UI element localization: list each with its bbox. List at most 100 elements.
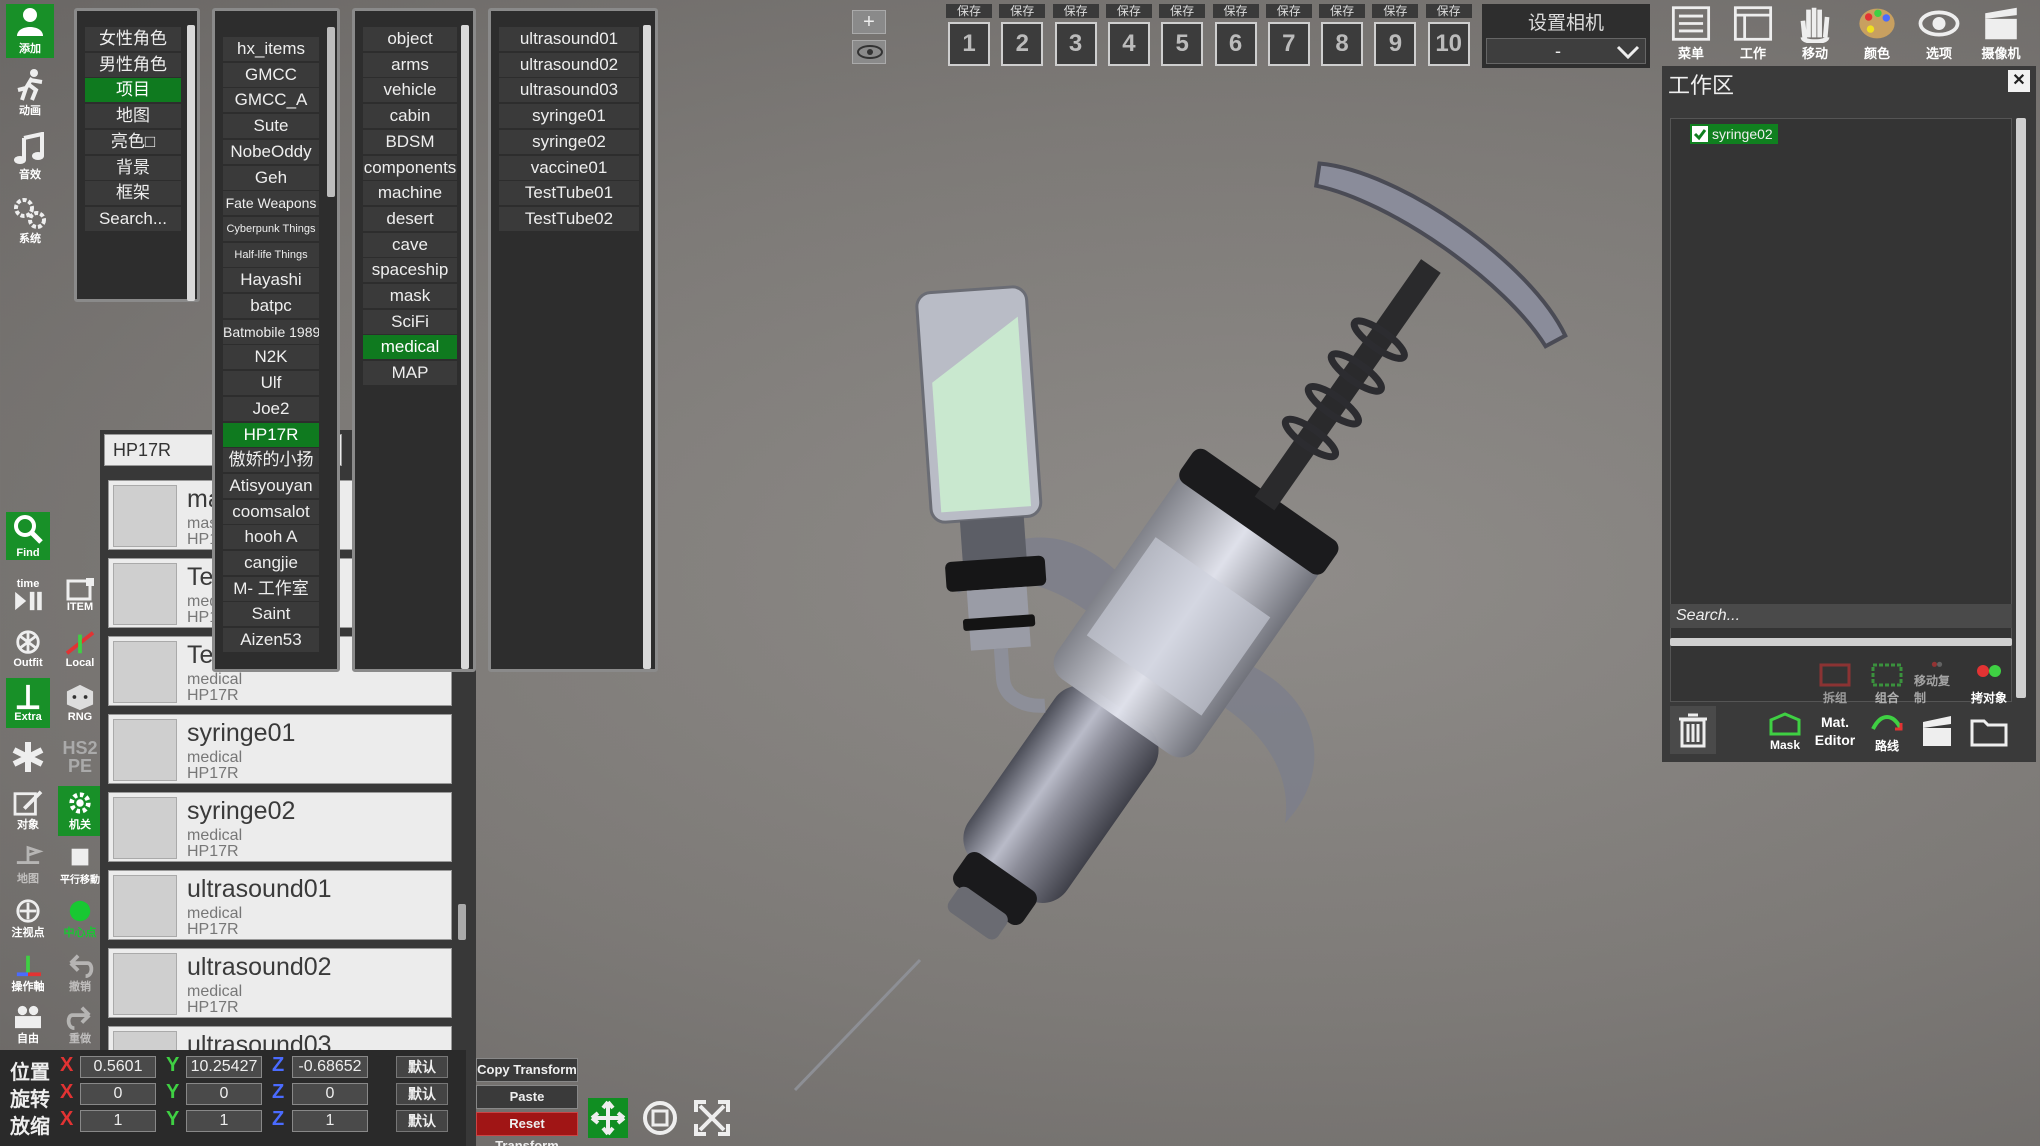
items-list-item[interactable]: ultrasound01 xyxy=(499,27,639,51)
gear-button[interactable]: 机关 xyxy=(58,786,102,836)
scale-x-input[interactable]: 1 xyxy=(80,1110,156,1132)
author-item[interactable]: Geh xyxy=(223,165,319,190)
author-item[interactable]: M- 工作室 xyxy=(223,576,319,601)
category-item[interactable]: 项目 xyxy=(85,78,181,103)
save-slot[interactable]: 保存 8 xyxy=(1319,4,1366,70)
group-item[interactable]: arms xyxy=(363,52,457,77)
group-item[interactable]: BDSM xyxy=(363,129,457,154)
author-item[interactable]: N2K xyxy=(223,345,319,370)
author-item[interactable]: Aizen53 xyxy=(223,628,319,653)
group-item[interactable]: cabin xyxy=(363,104,457,129)
author-item[interactable]: Cyberpunk Things xyxy=(223,216,319,241)
delete-button[interactable] xyxy=(1670,706,1716,754)
save-slot[interactable]: 保存 2 xyxy=(999,4,1046,70)
gaze-point-button[interactable]: 注视点 xyxy=(6,894,50,944)
reset-transform-button[interactable]: Reset Transform xyxy=(476,1112,578,1146)
category-item[interactable]: 男性角色 xyxy=(85,52,181,77)
save-slot[interactable]: 保存 9 xyxy=(1372,4,1419,70)
object-button[interactable]: 对象 xyxy=(6,786,50,836)
category-item[interactable]: 背景 xyxy=(85,155,181,180)
items-list-item[interactable]: syringe02 xyxy=(499,129,639,154)
group-item[interactable]: vehicle xyxy=(363,78,457,103)
author-item[interactable]: Saint xyxy=(223,602,319,627)
work-button[interactable]: 工作 xyxy=(1724,4,1782,62)
local-button[interactable]: Local xyxy=(58,624,102,674)
star-button[interactable] xyxy=(6,732,50,782)
item-card[interactable]: syringe02 medical HP17R xyxy=(108,792,452,862)
video-camera-button[interactable]: 摄像机 xyxy=(1972,4,2030,62)
item-card[interactable]: ultrasound02 medical HP17R xyxy=(108,948,452,1018)
workspace-search-input[interactable]: Search... xyxy=(1670,604,2012,628)
category-scrollbar[interactable] xyxy=(187,25,195,301)
route-button[interactable]: 路线 xyxy=(1864,706,1910,756)
extra-button[interactable]: Extra xyxy=(6,678,50,728)
save-slot[interactable]: 保存 5 xyxy=(1159,4,1206,70)
move-button[interactable]: 移动 xyxy=(1786,4,1844,62)
color-button[interactable]: 颜色 xyxy=(1848,4,1906,62)
free-camera-button[interactable]: 自由 xyxy=(6,1000,50,1050)
rotation-x-input[interactable]: 0 xyxy=(80,1083,156,1105)
items-scrollbar[interactable] xyxy=(643,25,651,669)
item-card[interactable]: ultrasound01 medical HP17R xyxy=(108,870,452,940)
add-button[interactable]: 添加 xyxy=(6,4,54,58)
position-default-button[interactable]: 默认 xyxy=(396,1056,448,1078)
position-y-input[interactable]: 10.25427 xyxy=(186,1056,262,1078)
group-item[interactable]: object xyxy=(363,27,457,51)
rotation-y-input[interactable]: 0 xyxy=(186,1083,262,1105)
group-item[interactable]: spaceship xyxy=(363,258,457,283)
scale-gizmo-button[interactable] xyxy=(692,1098,732,1138)
author-item[interactable]: Ulf xyxy=(223,371,319,396)
items-list-item[interactable]: TestTube01 xyxy=(499,181,639,206)
item-button[interactable]: ITEM xyxy=(58,570,102,620)
position-z-input[interactable]: -0.68652 xyxy=(292,1056,368,1078)
save-slot[interactable]: 保存 7 xyxy=(1265,4,1312,70)
group-item[interactable]: machine xyxy=(363,181,457,206)
rng-button[interactable]: RNG xyxy=(58,678,102,728)
group-item[interactable]: components xyxy=(363,155,457,180)
undo-button[interactable]: 撤销 xyxy=(58,948,102,998)
group-item[interactable]: medical xyxy=(363,335,457,360)
workspace-hscrollbar[interactable] xyxy=(1670,638,2012,646)
rotation-z-input[interactable]: 0 xyxy=(292,1083,368,1105)
time-button[interactable]: time xyxy=(6,570,50,620)
tree-item-syringe02[interactable]: syringe02 xyxy=(1690,124,1778,144)
save-slot[interactable]: 保存 4 xyxy=(1105,4,1152,70)
item-card[interactable]: syringe01 medical HP17R xyxy=(108,714,452,784)
scale-y-input[interactable]: 1 xyxy=(186,1110,262,1132)
author-item[interactable]: GMCC_A xyxy=(223,88,319,113)
mask-button[interactable]: Mask xyxy=(1762,706,1808,756)
system-button[interactable]: 系统 xyxy=(6,194,54,248)
camera-select[interactable]: - xyxy=(1486,38,1646,64)
save-slot[interactable]: 保存 3 xyxy=(1052,4,1099,70)
author-item[interactable]: 傲娇的小扬 xyxy=(223,448,319,473)
group-item[interactable]: mask xyxy=(363,284,457,308)
menu-button[interactable]: 菜单 xyxy=(1662,4,1720,62)
folder-button[interactable] xyxy=(1966,706,2012,756)
items-list-item[interactable]: ultrasound02 xyxy=(499,52,639,77)
workspace-scrollbar[interactable] xyxy=(2016,118,2026,698)
animation-button[interactable]: 动画 xyxy=(6,66,54,120)
group-item[interactable]: SciFi xyxy=(363,309,457,334)
item-browser-scrollbar[interactable] xyxy=(458,904,466,940)
find-button[interactable]: Find xyxy=(6,512,50,560)
author-item[interactable]: GMCC xyxy=(223,62,319,87)
paste-transform-button[interactable]: Paste Transform xyxy=(476,1085,578,1126)
save-slot[interactable]: 保存 1 xyxy=(946,4,992,70)
parallel-move-button[interactable]: 平行移動 xyxy=(58,840,102,890)
save-slot[interactable]: 保存 6 xyxy=(1212,4,1259,70)
author-item[interactable]: batpc xyxy=(223,294,319,318)
move-gizmo-button[interactable] xyxy=(588,1098,628,1138)
position-x-input[interactable]: 0.5601 xyxy=(80,1056,156,1078)
copy-transform-button[interactable]: Copy Transform xyxy=(476,1058,578,1082)
group-button[interactable]: 组合 xyxy=(1864,660,1910,706)
rotation-default-button[interactable]: 默认 xyxy=(396,1083,448,1105)
sound-button[interactable]: 音效 xyxy=(6,130,54,184)
author-item[interactable]: Batmobile 1989 xyxy=(223,319,319,344)
workspace-close-button[interactable]: ✕ xyxy=(2008,70,2030,92)
copy-object-button[interactable]: 拷对象 xyxy=(1966,660,2012,706)
author-item[interactable]: hooh A xyxy=(223,525,319,550)
items-list-item[interactable]: vaccine01 xyxy=(499,155,639,180)
author-scrollbar[interactable] xyxy=(327,27,335,197)
items-list-item[interactable]: syringe01 xyxy=(499,104,639,129)
author-item[interactable]: Hayashi xyxy=(223,268,319,293)
